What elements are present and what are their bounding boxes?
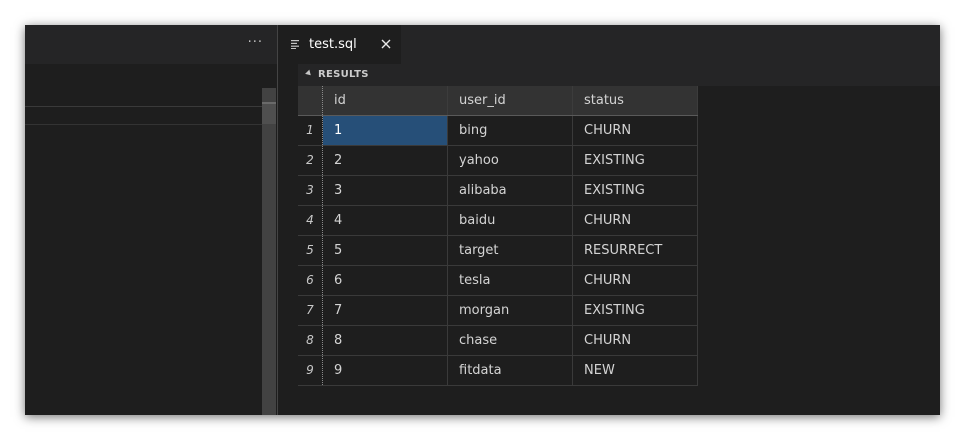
results-grid: id user_id status 1 1 bing CHURN 2 2 yah… (298, 86, 940, 415)
grid-header-row: id user_id status (298, 86, 698, 116)
lines-file-icon (291, 40, 299, 49)
tab-label: test.sql (309, 37, 357, 52)
more-actions-icon[interactable]: ··· (248, 36, 263, 50)
right-pane: test.sql RESULTS id user_id status 1 1 b… (278, 25, 940, 415)
cell-user-id[interactable]: fitdata (448, 356, 573, 385)
row-number: 3 (298, 176, 323, 205)
column-header-status[interactable]: status (573, 86, 698, 115)
table-row[interactable]: 7 7 morgan EXISTING (298, 296, 698, 326)
column-header-user-id[interactable]: user_id (448, 86, 573, 115)
cell-status[interactable]: EXISTING (573, 176, 698, 205)
table-row[interactable]: 5 5 target RESURRECT (298, 236, 698, 266)
cell-id[interactable]: 8 (323, 326, 448, 355)
table-row[interactable]: 1 1 bing CHURN (298, 116, 698, 146)
tab-test-sql[interactable]: test.sql (278, 25, 401, 64)
cell-status[interactable]: EXISTING (573, 296, 698, 325)
cell-user-id[interactable]: baidu (448, 206, 573, 235)
left-pane-divider (25, 106, 262, 107)
cell-id[interactable]: 1 (323, 116, 448, 145)
column-header-id[interactable]: id (323, 86, 448, 115)
row-number: 4 (298, 206, 323, 235)
cell-user-id[interactable]: chase (448, 326, 573, 355)
results-title: RESULTS (318, 69, 369, 80)
cell-id[interactable]: 4 (323, 206, 448, 235)
results-panel: RESULTS id user_id status 1 1 bing CHURN… (298, 64, 940, 415)
table-row[interactable]: 6 6 tesla CHURN (298, 266, 698, 296)
scrollbar-thumb[interactable] (262, 104, 276, 124)
cell-user-id[interactable]: alibaba (448, 176, 573, 205)
cell-status[interactable]: CHURN (573, 116, 698, 145)
editor-window: ··· test.sql RESULTS id user_id status 1… (25, 25, 940, 415)
cell-id[interactable]: 5 (323, 236, 448, 265)
cell-status[interactable]: CHURN (573, 326, 698, 355)
cell-status[interactable]: CHURN (573, 206, 698, 235)
row-number-header (298, 86, 323, 115)
table-row[interactable]: 8 8 chase CHURN (298, 326, 698, 356)
cell-user-id[interactable]: yahoo (448, 146, 573, 175)
cell-id[interactable]: 6 (323, 266, 448, 295)
row-number: 8 (298, 326, 323, 355)
table-row[interactable]: 2 2 yahoo EXISTING (298, 146, 698, 176)
cell-id[interactable]: 3 (323, 176, 448, 205)
left-pane-divider-2 (25, 124, 262, 125)
cell-user-id[interactable]: bing (448, 116, 573, 145)
results-header[interactable]: RESULTS (298, 64, 940, 86)
left-pane-header: ··· (25, 25, 277, 64)
cell-id[interactable]: 2 (323, 146, 448, 175)
cell-user-id[interactable]: morgan (448, 296, 573, 325)
cell-user-id[interactable]: tesla (448, 266, 573, 295)
table-row[interactable]: 4 4 baidu CHURN (298, 206, 698, 236)
row-number: 7 (298, 296, 323, 325)
left-pane: ··· (25, 25, 277, 415)
row-number: 1 (298, 116, 323, 145)
cell-id[interactable]: 7 (323, 296, 448, 325)
row-number: 9 (298, 356, 323, 385)
row-number: 6 (298, 266, 323, 295)
cell-status[interactable]: EXISTING (573, 146, 698, 175)
grid-empty-area (298, 386, 940, 415)
triangle-down-icon[interactable] (305, 69, 313, 78)
cell-user-id[interactable]: target (448, 236, 573, 265)
close-icon[interactable] (379, 37, 393, 51)
left-pane-scrollbar[interactable] (262, 88, 276, 415)
row-number: 5 (298, 236, 323, 265)
table-row[interactable]: 3 3 alibaba EXISTING (298, 176, 698, 206)
cell-status[interactable]: NEW (573, 356, 698, 385)
table-row[interactable]: 9 9 fitdata NEW (298, 356, 698, 386)
cell-status[interactable]: CHURN (573, 266, 698, 295)
cell-id[interactable]: 9 (323, 356, 448, 385)
cell-status[interactable]: RESURRECT (573, 236, 698, 265)
row-number: 2 (298, 146, 323, 175)
tab-strip: test.sql (278, 25, 940, 64)
